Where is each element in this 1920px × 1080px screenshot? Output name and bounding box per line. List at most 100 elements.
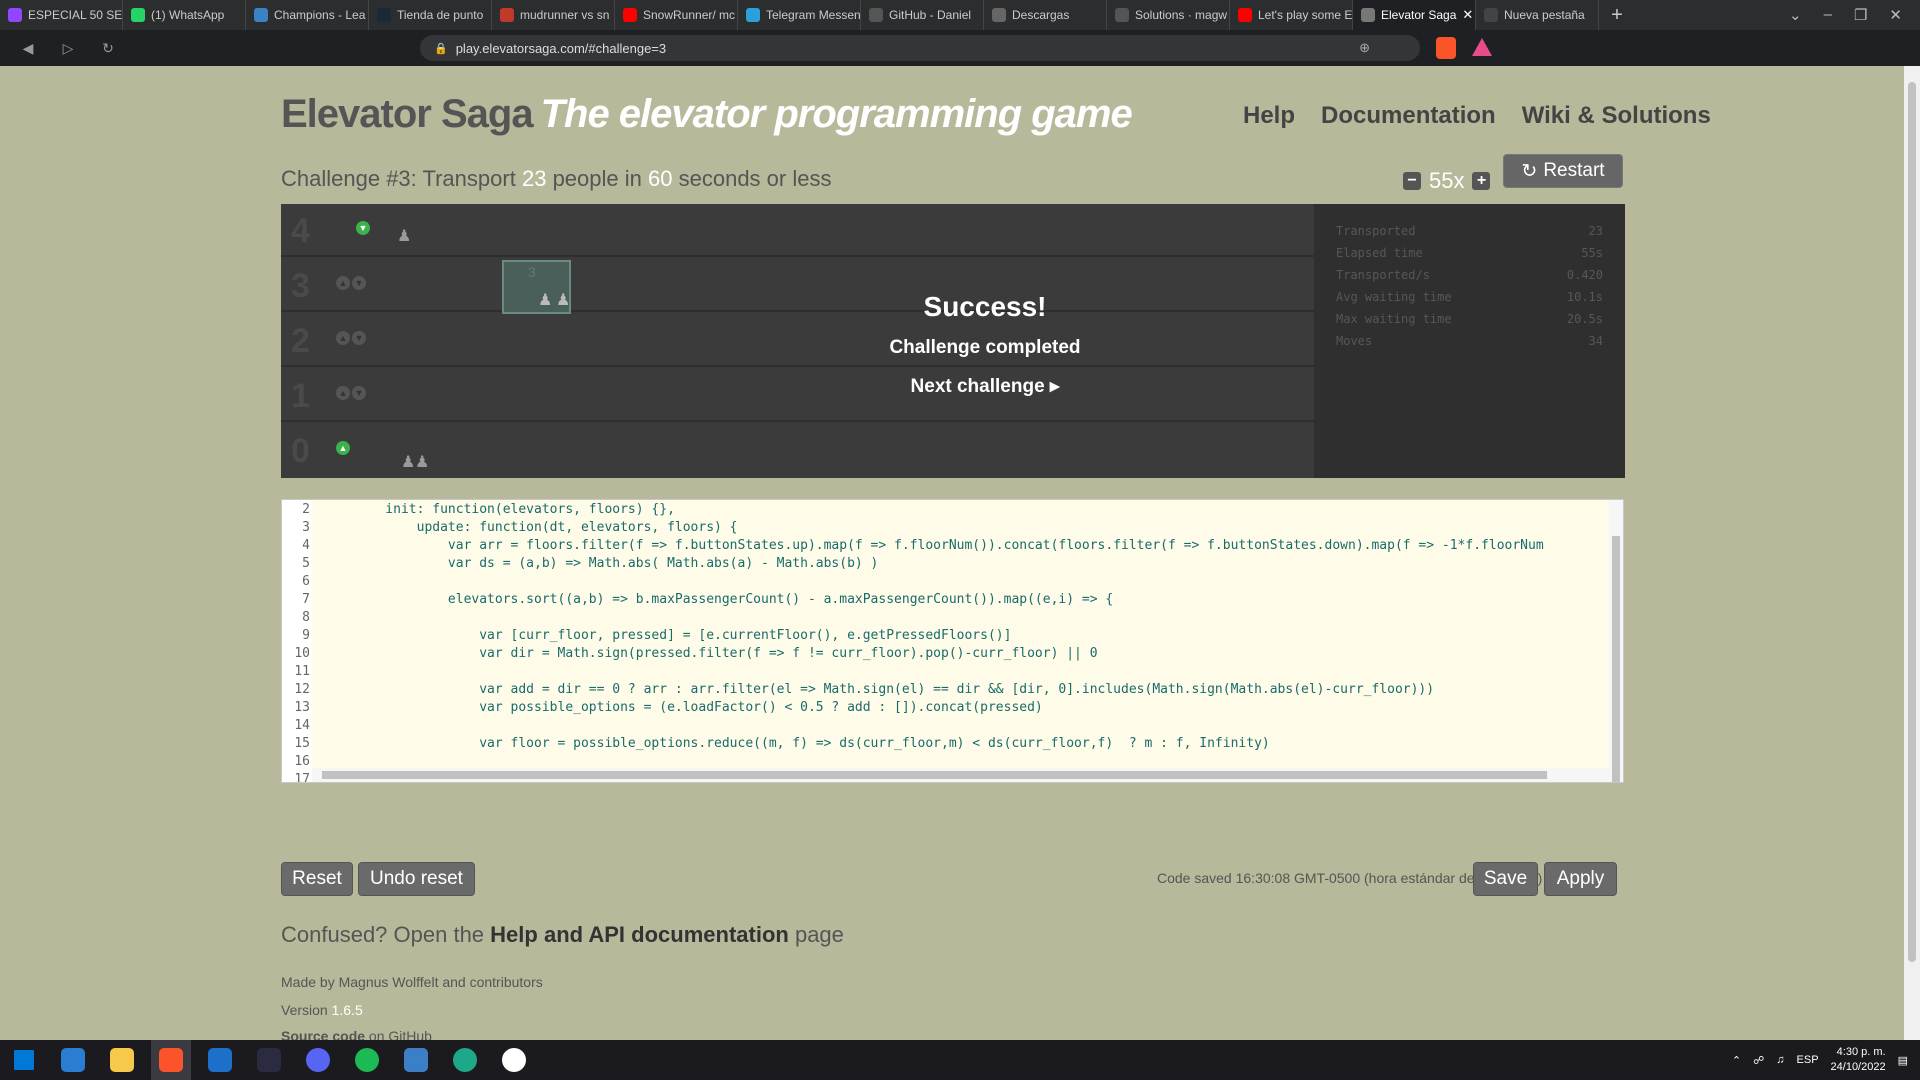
brave-shield-icon[interactable] bbox=[1436, 37, 1456, 59]
close-window-icon[interactable]: ✕ bbox=[1889, 6, 1902, 24]
person-icon: ♟ bbox=[415, 454, 430, 471]
file-explorer-icon[interactable] bbox=[102, 1040, 142, 1080]
documentation-link[interactable]: Documentation bbox=[1321, 102, 1496, 130]
editor-vertical-scrollbar[interactable] bbox=[1609, 500, 1623, 782]
pen-app-icon[interactable] bbox=[249, 1040, 289, 1080]
tab-search-icon[interactable]: ⌄ bbox=[1789, 6, 1802, 24]
tab-favicon-icon bbox=[623, 8, 637, 22]
down-call-button-icon[interactable]: ▼ bbox=[352, 386, 366, 400]
tab-favicon-icon bbox=[992, 8, 1006, 22]
code-line: 17 if (isFinite(floor)){ bbox=[282, 772, 643, 782]
code-editor[interactable]: 2 init: function(elevators, floors) {}, 3… bbox=[281, 499, 1624, 783]
tab-favicon-icon bbox=[746, 8, 760, 22]
browser-tab[interactable]: Champions - Lea bbox=[246, 0, 369, 30]
code-line: 16 bbox=[282, 754, 310, 772]
windows-start-icon[interactable] bbox=[4, 1040, 44, 1080]
editor-horizontal-scrollbar[interactable] bbox=[312, 768, 1612, 782]
wiki-solutions-link[interactable]: Wiki & Solutions bbox=[1522, 102, 1711, 130]
forward-icon[interactable]: ▷ bbox=[56, 40, 80, 57]
browser-tab[interactable]: mudrunner vs sn bbox=[492, 0, 615, 30]
tab-favicon-icon bbox=[1238, 8, 1252, 22]
edge-icon[interactable] bbox=[445, 1040, 485, 1080]
spotify-icon[interactable] bbox=[347, 1040, 387, 1080]
floor-number: 4 bbox=[291, 212, 310, 250]
page-scrollbar[interactable] bbox=[1904, 66, 1920, 1074]
line-number: 3 bbox=[302, 520, 310, 535]
brave-browser-icon[interactable] bbox=[151, 1040, 191, 1080]
browser-tab[interactable]: ESPECIAL 50 SEG bbox=[0, 0, 123, 30]
editor-horizontal-scrollbar-thumb[interactable] bbox=[322, 771, 1547, 779]
clock[interactable]: 4:30 p. m. 24/10/2022 bbox=[1831, 1045, 1886, 1075]
stat-value: 55s bbox=[1581, 246, 1603, 260]
browser-tab[interactable]: Nueva pestaña bbox=[1476, 0, 1599, 30]
reload-icon[interactable]: ↻ bbox=[96, 40, 120, 57]
floor-row-4: 4 ▼ ♟ bbox=[281, 204, 1314, 257]
code-line: 5 var ds = (a,b) => Math.abs( Math.abs(a… bbox=[282, 556, 878, 574]
help-prompt-suffix: page bbox=[794, 922, 844, 947]
tab-label: Elevator Saga bbox=[1381, 8, 1457, 22]
page-scrollbar-thumb[interactable] bbox=[1908, 82, 1916, 962]
url-field[interactable]: 🔒 play.elevatorsaga.com/#challenge=3 ⊕ bbox=[420, 35, 1420, 61]
save-button[interactable]: Save bbox=[1473, 862, 1538, 896]
browser-tab-strip: ESPECIAL 50 SEG (1) WhatsApp Champions - L… bbox=[0, 0, 1920, 30]
help-link[interactable]: Help bbox=[1243, 102, 1295, 130]
code-line: 15 var floor = possible_options.reduce((… bbox=[282, 736, 1269, 754]
discord-icon[interactable] bbox=[298, 1040, 338, 1080]
brave-rewards-icon[interactable] bbox=[1472, 38, 1492, 56]
next-challenge-link[interactable]: Next challenge ▸ bbox=[820, 375, 1150, 398]
xbox-icon[interactable] bbox=[494, 1040, 534, 1080]
network-icon[interactable]: ☍ bbox=[1753, 1054, 1764, 1067]
up-call-button-icon[interactable]: ▲ bbox=[336, 276, 350, 290]
browser-tab[interactable]: Solutions · magw bbox=[1107, 0, 1230, 30]
language-indicator[interactable]: ESP bbox=[1797, 1054, 1819, 1066]
restart-button[interactable]: ↻ Restart bbox=[1503, 154, 1623, 188]
close-tab-icon[interactable]: ✕ bbox=[1462, 7, 1473, 23]
code-line: 14 bbox=[282, 718, 310, 736]
browser-tab[interactable]: SnowRunner/ mc bbox=[615, 0, 738, 30]
browser-tab[interactable]: (1) WhatsApp bbox=[123, 0, 246, 30]
down-call-button-icon[interactable]: ▼ bbox=[352, 276, 366, 290]
stat-label: Transported bbox=[1336, 224, 1416, 238]
new-tab-button[interactable]: + bbox=[1599, 4, 1635, 27]
up-call-button-icon[interactable]: ▲ bbox=[336, 441, 350, 455]
browser-tab[interactable]: Elevator Saga ✕ bbox=[1353, 0, 1476, 30]
tray-chevron-icon[interactable]: ⌃ bbox=[1732, 1054, 1741, 1067]
success-title: Success! bbox=[923, 291, 1047, 322]
undo-reset-button[interactable]: Undo reset bbox=[358, 862, 475, 896]
up-call-button-icon[interactable]: ▲ bbox=[336, 331, 350, 345]
browser-tab[interactable]: GitHub - Daniel bbox=[861, 0, 984, 30]
success-overlay: Success! Challenge completed Next challe… bbox=[820, 291, 1150, 398]
reset-button[interactable]: Reset bbox=[281, 862, 353, 896]
stat-label: Avg waiting time bbox=[1336, 290, 1452, 304]
back-icon[interactable]: ◀ bbox=[16, 40, 40, 57]
help-api-docs-link[interactable]: Help and API documentation bbox=[490, 922, 789, 947]
code-line: 7 elevators.sort((a,b) => b.maxPassenger… bbox=[282, 592, 1113, 610]
volume-icon[interactable]: ♫ bbox=[1776, 1054, 1784, 1066]
down-call-button-icon[interactable]: ▼ bbox=[352, 331, 366, 345]
browser-tab[interactable]: Let's play some E bbox=[1230, 0, 1353, 30]
speed-decrease-button[interactable]: − bbox=[1403, 172, 1421, 190]
notifications-icon[interactable]: ▤ bbox=[1898, 1054, 1908, 1067]
editor-vertical-scrollbar-thumb[interactable] bbox=[1612, 536, 1620, 782]
minimize-icon[interactable]: – bbox=[1824, 6, 1832, 24]
challenge-seconds: 60 bbox=[648, 166, 673, 191]
apply-button[interactable]: Apply bbox=[1544, 862, 1617, 896]
browser-tab[interactable]: Descargas bbox=[984, 0, 1107, 30]
line-number: 15 bbox=[294, 736, 310, 751]
zoom-icon[interactable]: ⊕ bbox=[1359, 40, 1370, 56]
line-number: 9 bbox=[302, 628, 310, 643]
line-number: 13 bbox=[294, 700, 310, 715]
tab-label: Nueva pestaña bbox=[1504, 8, 1585, 22]
down-call-button-icon[interactable]: ▼ bbox=[356, 221, 370, 235]
browser-tab[interactable]: Tienda de punto bbox=[369, 0, 492, 30]
photos-icon[interactable] bbox=[396, 1040, 436, 1080]
challenge-prefix: Challenge #3: Transport bbox=[281, 166, 516, 191]
speed-increase-button[interactable]: + bbox=[1472, 172, 1491, 190]
up-call-button-icon[interactable]: ▲ bbox=[336, 386, 350, 400]
browser-tab[interactable]: Telegram Messen bbox=[738, 0, 861, 30]
code-text: init: function(elevators, floors) {}, bbox=[354, 502, 675, 517]
elevator-floor-indicator: 3 bbox=[528, 264, 536, 280]
store-icon[interactable] bbox=[53, 1040, 93, 1080]
mail-icon[interactable] bbox=[200, 1040, 240, 1080]
restore-icon[interactable]: ❐ bbox=[1854, 6, 1867, 24]
